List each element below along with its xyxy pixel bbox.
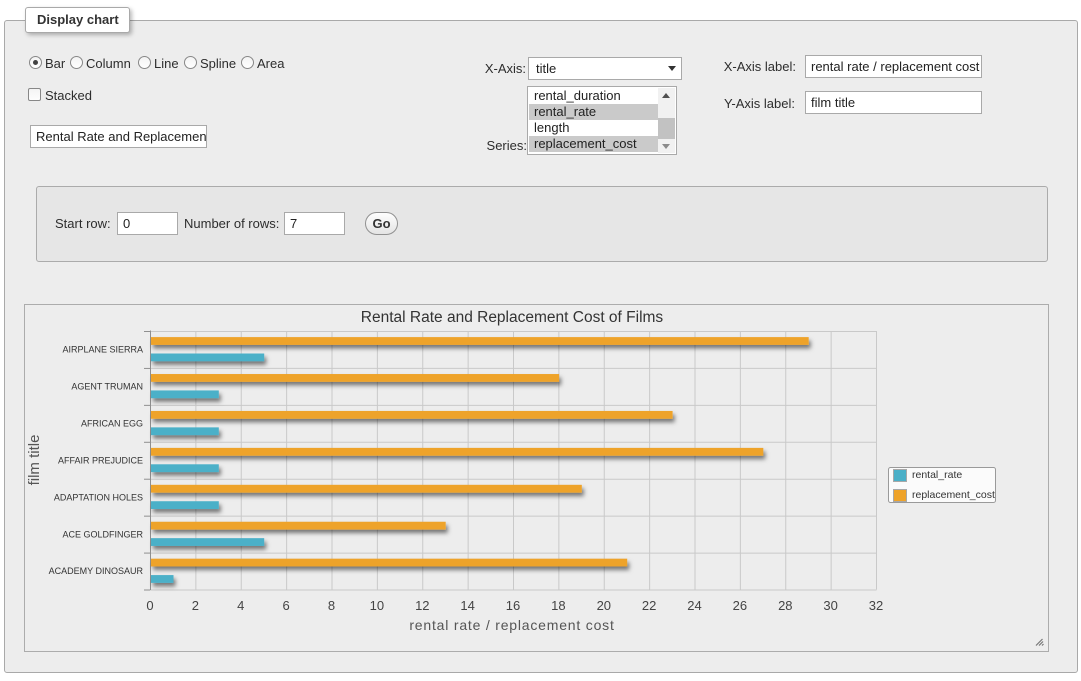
svg-text:24: 24 — [687, 598, 701, 613]
svg-text:8: 8 — [328, 598, 335, 613]
svg-text:0: 0 — [146, 598, 153, 613]
svg-text:AGENT TRUMAN: AGENT TRUMAN — [71, 382, 143, 392]
svg-text:10: 10 — [370, 598, 384, 613]
svg-text:ACADEMY DINOSAUR: ACADEMY DINOSAUR — [49, 566, 144, 576]
svg-text:2: 2 — [192, 598, 199, 613]
svg-text:22: 22 — [642, 598, 656, 613]
svg-text:AFRICAN EGG: AFRICAN EGG — [81, 419, 143, 429]
svg-text:28: 28 — [778, 598, 792, 613]
svg-text:ACE GOLDFINGER: ACE GOLDFINGER — [62, 529, 143, 539]
svg-text:replacement_cost: replacement_cost — [912, 489, 995, 501]
svg-text:32: 32 — [869, 598, 883, 613]
svg-text:rental rate / replacement cost: rental rate / replacement cost — [409, 617, 614, 633]
svg-text:ADAPTATION HOLES: ADAPTATION HOLES — [54, 492, 143, 502]
svg-text:6: 6 — [282, 598, 289, 613]
svg-text:26: 26 — [733, 598, 747, 613]
svg-text:rental_rate: rental_rate — [912, 469, 962, 481]
svg-text:12: 12 — [415, 598, 429, 613]
svg-text:14: 14 — [460, 598, 474, 613]
svg-text:16: 16 — [506, 598, 520, 613]
svg-text:AFFAIR PREJUDICE: AFFAIR PREJUDICE — [58, 455, 143, 465]
svg-text:20: 20 — [597, 598, 611, 613]
svg-text:30: 30 — [823, 598, 837, 613]
svg-text:Rental Rate and Replacement Co: Rental Rate and Replacement Cost of Film… — [361, 309, 664, 326]
svg-text:18: 18 — [551, 598, 565, 613]
svg-text:AIRPLANE SIERRA: AIRPLANE SIERRA — [62, 345, 143, 355]
svg-text:film title: film title — [26, 435, 43, 486]
svg-text:4: 4 — [237, 598, 244, 613]
